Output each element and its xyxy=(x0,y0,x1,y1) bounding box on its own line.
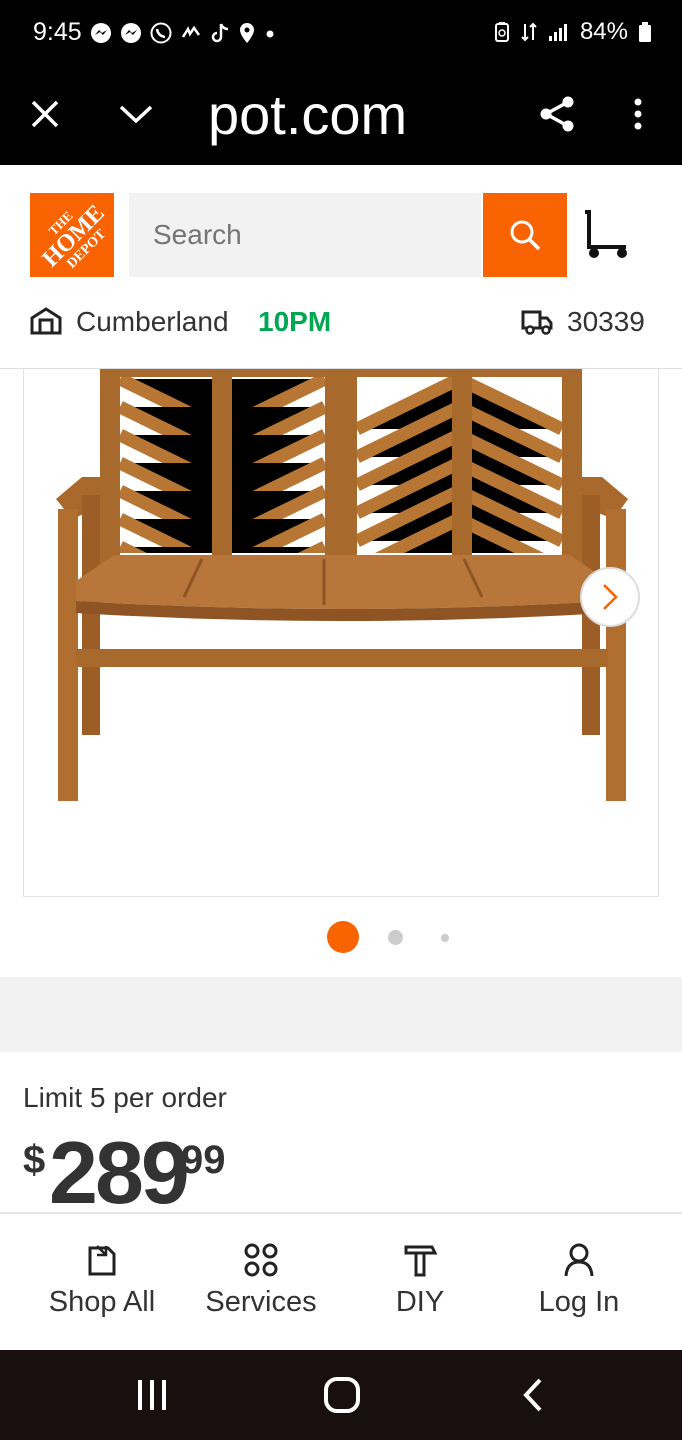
product-image-gallery xyxy=(0,369,682,977)
bottom-navigation: Shop All Services DIY Log In xyxy=(0,1212,682,1350)
chevron-down-icon xyxy=(119,105,153,124)
url-text[interactable]: pot.com xyxy=(208,82,407,147)
delivery-zip-link[interactable]: 30339 xyxy=(567,306,645,338)
pagination-dot-2[interactable] xyxy=(388,930,403,945)
cart-icon xyxy=(585,210,627,258)
minimize-button[interactable] xyxy=(114,92,158,136)
section-divider xyxy=(0,977,682,1052)
image-pagination-dots xyxy=(0,921,682,953)
store-name-link[interactable]: Cumberland xyxy=(76,306,229,338)
battery-saver-icon xyxy=(494,22,509,42)
nav-diy[interactable]: DIY xyxy=(340,1242,500,1332)
price-dollars: 289 xyxy=(49,1123,190,1222)
home-button[interactable] xyxy=(322,1375,362,1415)
store-icon xyxy=(30,307,62,335)
close-icon xyxy=(31,100,59,128)
shop-all-icon xyxy=(88,1245,116,1276)
share-icon xyxy=(540,96,574,132)
product-image[interactable] xyxy=(23,369,659,897)
store-hours: 10PM xyxy=(258,306,332,337)
cart-button[interactable] xyxy=(582,209,632,261)
battery-percent: 84% xyxy=(579,18,628,45)
share-button[interactable] xyxy=(535,92,579,136)
nav-services[interactable]: Services xyxy=(181,1242,341,1332)
nav-label: Shop All xyxy=(48,1286,156,1318)
back-button[interactable] xyxy=(514,1375,554,1415)
home-depot-logo[interactable]: THE HOME DEPOT xyxy=(30,193,114,277)
nav-label: Services xyxy=(205,1286,317,1318)
status-time: 9:45 xyxy=(33,18,82,46)
system-status: 84% xyxy=(494,18,652,46)
more-notifications-dot xyxy=(266,30,274,38)
site-header: THE HOME DEPOT Cumberland 10PM 30339 xyxy=(0,165,682,369)
more-options-button[interactable] xyxy=(616,92,660,136)
next-image-button[interactable] xyxy=(580,567,640,627)
signal-icon xyxy=(548,24,567,41)
messenger-icon xyxy=(121,23,141,43)
nav-label: Log In xyxy=(538,1286,620,1318)
pagination-dot-1[interactable] xyxy=(327,921,359,953)
nav-shop-all[interactable]: Shop All xyxy=(22,1242,182,1332)
nav-log-in[interactable]: Log In xyxy=(499,1242,659,1332)
browser-toolbar: pot.com xyxy=(0,66,682,165)
back-icon xyxy=(523,1378,542,1412)
status-bar: 9:45 84% xyxy=(0,0,682,66)
wooden-bench-image xyxy=(56,369,628,801)
recent-apps-icon xyxy=(138,1380,166,1410)
search-button[interactable] xyxy=(483,193,567,277)
logo-text: THE HOME DEPOT xyxy=(30,193,114,277)
price-currency: $ xyxy=(23,1138,46,1182)
chevron-right-icon xyxy=(603,584,618,610)
search-box[interactable] xyxy=(129,193,481,277)
more-vertical-icon xyxy=(634,98,642,130)
price-section: Limit 5 per order $ 289 99 xyxy=(0,1052,682,1222)
home-icon xyxy=(324,1377,360,1413)
pagination-dot-3[interactable] xyxy=(441,934,449,942)
delivery-truck-icon xyxy=(521,310,553,335)
diy-hammer-icon xyxy=(404,1245,438,1277)
recent-apps-button[interactable] xyxy=(130,1375,174,1415)
search-input[interactable] xyxy=(129,193,481,277)
store-delivery-row: Cumberland 10PM 30339 xyxy=(0,293,682,351)
nav-label: DIY xyxy=(395,1286,445,1318)
app-icon xyxy=(181,25,201,38)
notification-icons xyxy=(90,22,276,44)
services-icon xyxy=(244,1243,278,1277)
tiktok-icon xyxy=(211,23,229,43)
battery-icon xyxy=(639,22,651,42)
location-icon xyxy=(240,23,254,43)
search-icon xyxy=(510,220,541,251)
phone-call-icon xyxy=(150,22,172,44)
order-limit-text: Limit 5 per order xyxy=(23,1082,227,1113)
data-transfer-icon xyxy=(521,22,537,42)
messenger-icon xyxy=(91,23,111,43)
close-tab-button[interactable] xyxy=(23,92,67,136)
system-navigation-bar xyxy=(0,1350,682,1440)
price-cents: 99 xyxy=(181,1138,226,1182)
user-icon xyxy=(564,1243,594,1277)
